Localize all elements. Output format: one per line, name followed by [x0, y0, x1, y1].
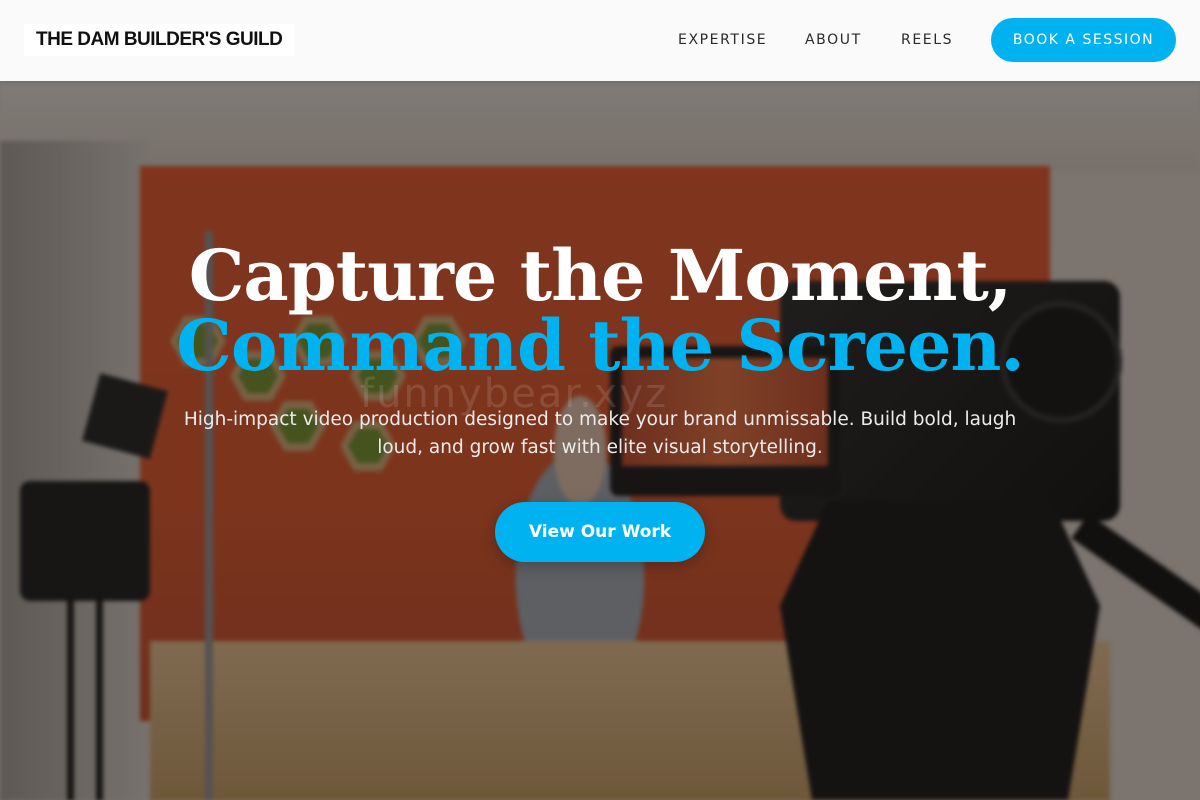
- book-session-button[interactable]: BOOK A SESSION: [991, 18, 1176, 62]
- nav-link-expertise[interactable]: EXPERTISE: [678, 30, 767, 50]
- nav-link-about[interactable]: ABOUT: [805, 30, 862, 50]
- hero-headline-line2: Command the Screen.: [176, 304, 1025, 387]
- view-work-button[interactable]: View Our Work: [495, 502, 705, 562]
- hero-subtitle: High-impact video production designed to…: [183, 409, 1017, 458]
- navbar: THE DAM BUILDER'S GUILD EXPERTISE ABOUT …: [0, 0, 1200, 81]
- hero-headline-line1: Capture the Moment,: [188, 234, 1013, 317]
- brand-logo[interactable]: THE DAM BUILDER'S GUILD: [24, 24, 295, 56]
- hero-content: funnybear.xyz Capture the Moment, Comman…: [0, 81, 1200, 800]
- nav-link-reels[interactable]: REELS: [901, 30, 953, 50]
